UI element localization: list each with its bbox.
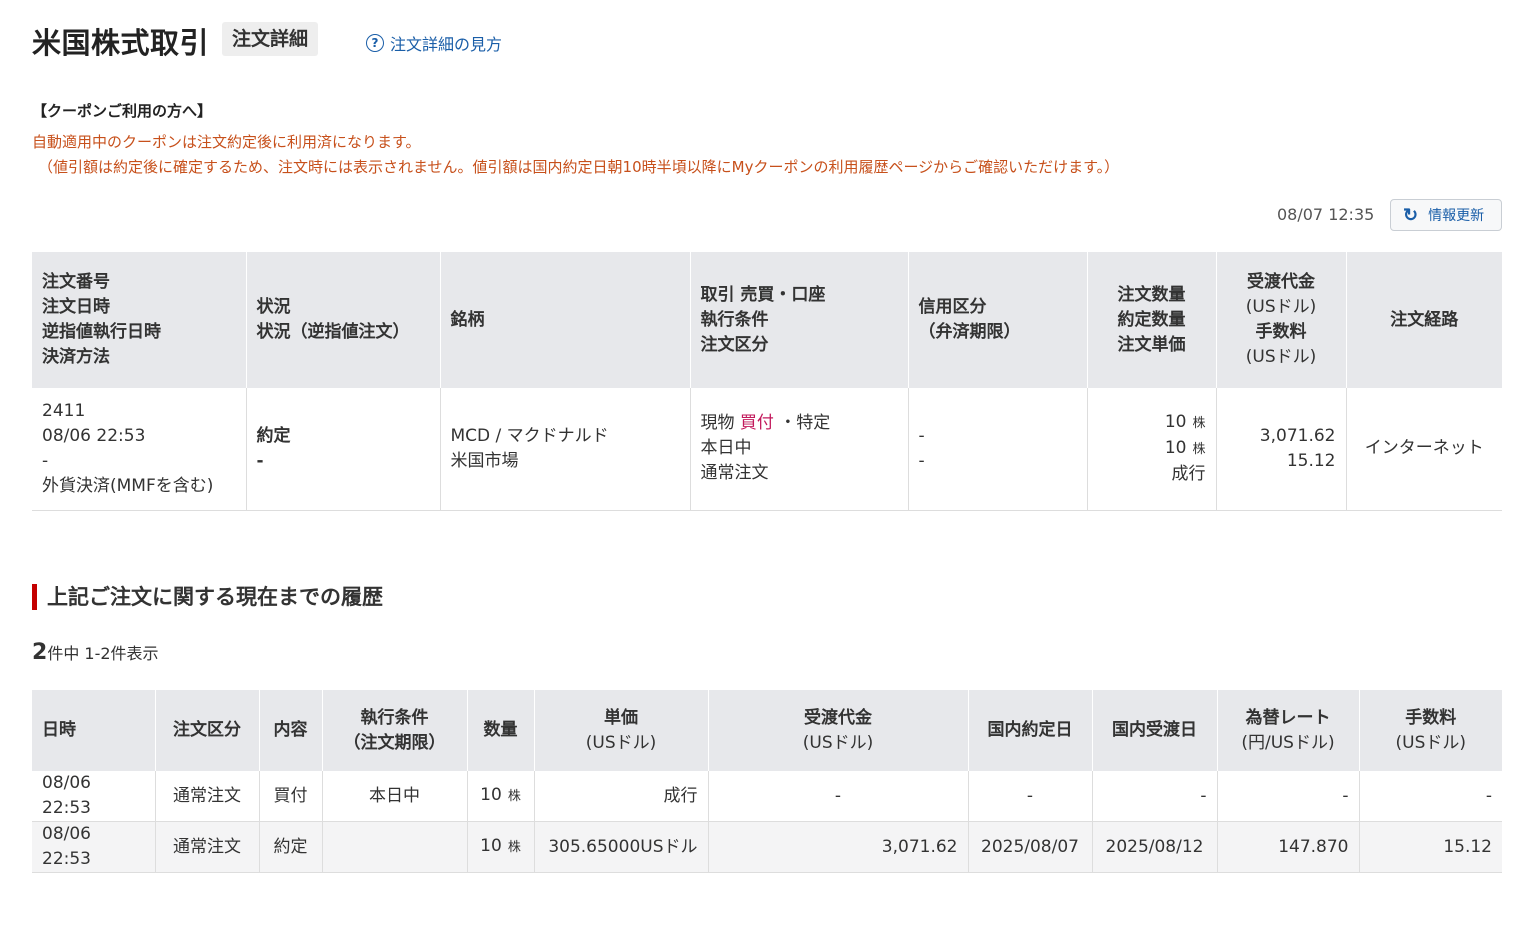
order-number: 2411 [42,400,86,421]
header-condition: 執行条件 （注文期限） [321,690,467,771]
order-table-header: 注文番号 注文日時 逆指値執行日時 決済方法 状況 状況（逆指値注文） 銘柄 取… [32,252,1502,388]
history-section-title: 上記ご注文に関する現在までの履歴 [32,584,383,610]
row-content: 約定 [258,821,322,873]
row-amount: - [707,771,968,822]
row-order-type: 通常注文 [154,771,259,822]
history-table-header: 日時 注文区分 内容 執行条件 （注文期限） 数量 単価 (USドル) 受渡代金… [32,690,1502,771]
row-condition: 本日中 [321,771,467,822]
row-price: 成行 [533,771,708,822]
header-trade: 取引 売買・口座 執行条件 注文区分 [689,252,908,388]
row-fx: - [1216,771,1359,822]
header-amount: 受渡代金 (USドル) [707,690,968,771]
row-content: 買付 [258,771,322,822]
settlement-amount: 3,071.62 [1259,425,1336,446]
trade-side: 買付 [739,413,774,434]
margin-cell: - - [907,388,1087,511]
row-domestic-exec: 2025/08/07 [967,821,1092,873]
history-count: 2件中 1-2件表示 [32,640,159,665]
stop-datetime: - [42,450,49,471]
header-amount: 受渡代金 (USドル) 手数料 (USドル) [1215,252,1346,388]
fee-amount: 15.12 [1286,450,1336,471]
row-qty: 10 株 [466,771,534,822]
row-date: 08/06 22:53 [32,771,155,822]
route-cell: インターネット [1345,388,1502,511]
page-title: 米国株式取引 [32,26,210,60]
settlement-method: 外貨決済(MMFを含む) [42,475,214,496]
row-fee: 15.12 [1358,821,1502,873]
refresh-label: 情報更新 [1428,207,1485,223]
order-info-cell: 2411 08/06 22:53 - 外貨決済(MMFを含む) [32,388,246,511]
coupon-notice-line2: （値引額は約定後に確定するため、注文時には表示されません。値引額は国内約定日朝1… [38,158,1120,176]
exec-condition: 本日中 [700,438,752,459]
order-type: 通常注文 [700,463,769,484]
order-qty: 10 [1164,412,1187,433]
header-symbol: 銘柄 [439,252,690,388]
account-type: ・特定 [779,413,831,434]
row-fx: 147.870 [1216,821,1359,873]
order-datetime: 08/06 22:53 [42,425,146,446]
row-price: 305.65000USドル [533,821,708,873]
header-fx: 為替レート (円/USドル) [1216,690,1359,771]
symbol-cell: MCD / マクドナルド 米国市場 [439,388,690,511]
help-link-label: 注文詳細の見方 [390,35,503,54]
page-subtitle-badge: 注文詳細 [222,22,319,56]
header-order-info: 注文番号 注文日時 逆指値執行日時 決済方法 [32,252,246,388]
header-quantity: 注文数量 約定数量 注文単価 [1086,252,1216,388]
table-row: 08/06 22:53 通常注文 買付 本日中 10 株 成行 - - - - - [32,771,1502,822]
amount-cell: 3,071.62 15.12 [1215,388,1346,511]
update-timestamp: 08/07 12:35 [1277,205,1375,224]
order-row: 2411 08/06 22:53 - 外貨決済(MMFを含む) 約定 - MCD… [32,388,1502,511]
row-domestic-exec: - [967,771,1092,822]
trade-cell: 現物 買付 ・特定 本日中 通常注文 [689,388,908,511]
row-qty: 10 株 [466,821,534,873]
history-table: 日時 注文区分 内容 執行条件 （注文期限） 数量 単価 (USドル) 受渡代金… [32,690,1502,873]
header-content: 内容 [258,690,322,771]
coupon-heading: 【クーポンご利用の方へ】 [32,102,213,120]
row-domestic-settle: - [1091,771,1217,822]
market-name: 米国市場 [450,450,519,471]
header-route: 注文経路 [1345,252,1502,388]
order-price: 成行 [1171,464,1206,485]
help-link[interactable]: ? 注文詳細の見方 [366,31,502,55]
table-row: 08/06 22:53 通常注文 約定 10 株 305.65000USドル 3,… [32,821,1502,873]
row-amount: 3,071.62 [707,821,968,873]
coupon-notice-line1: 自動適用中のクーポンは注文約定後に利用済になります。 [32,133,421,151]
header-margin: 信用区分 （弁済期限） [907,252,1087,388]
order-detail-table: 注文番号 注文日時 逆指値執行日時 決済方法 状況 状況（逆指値注文） 銘柄 取… [32,252,1502,511]
header-date: 日時 [32,690,155,771]
symbol-name: MCD / マクドナルド [450,425,609,446]
header-qty: 数量 [466,690,534,771]
header-domestic-exec: 国内約定日 [967,690,1092,771]
header-fee: 手数料 (USドル) [1358,690,1502,771]
status-stop: - [256,450,264,471]
row-date: 08/06 22:53 [32,821,155,873]
status-cell: 約定 - [245,388,440,511]
exec-qty: 10 [1164,438,1187,459]
row-domestic-settle: 2025/08/12 [1091,821,1217,873]
row-condition [321,821,467,873]
header-status: 状況 状況（逆指値注文） [245,252,440,388]
row-order-type: 通常注文 [154,821,259,873]
question-circle-icon: ? [366,34,384,52]
trade-type: 現物 [700,413,735,434]
refresh-icon: ↻ [1403,204,1419,225]
header-price: 単価 (USドル) [533,690,708,771]
header-order-type: 注文区分 [154,690,259,771]
quantity-cell: 10 株 10 株 成行 [1086,388,1216,511]
row-fee: - [1358,771,1502,822]
refresh-button[interactable]: ↻ 情報更新 [1390,199,1502,231]
status-badge: 約定 [256,425,291,446]
header-domestic-settle: 国内受渡日 [1091,690,1217,771]
